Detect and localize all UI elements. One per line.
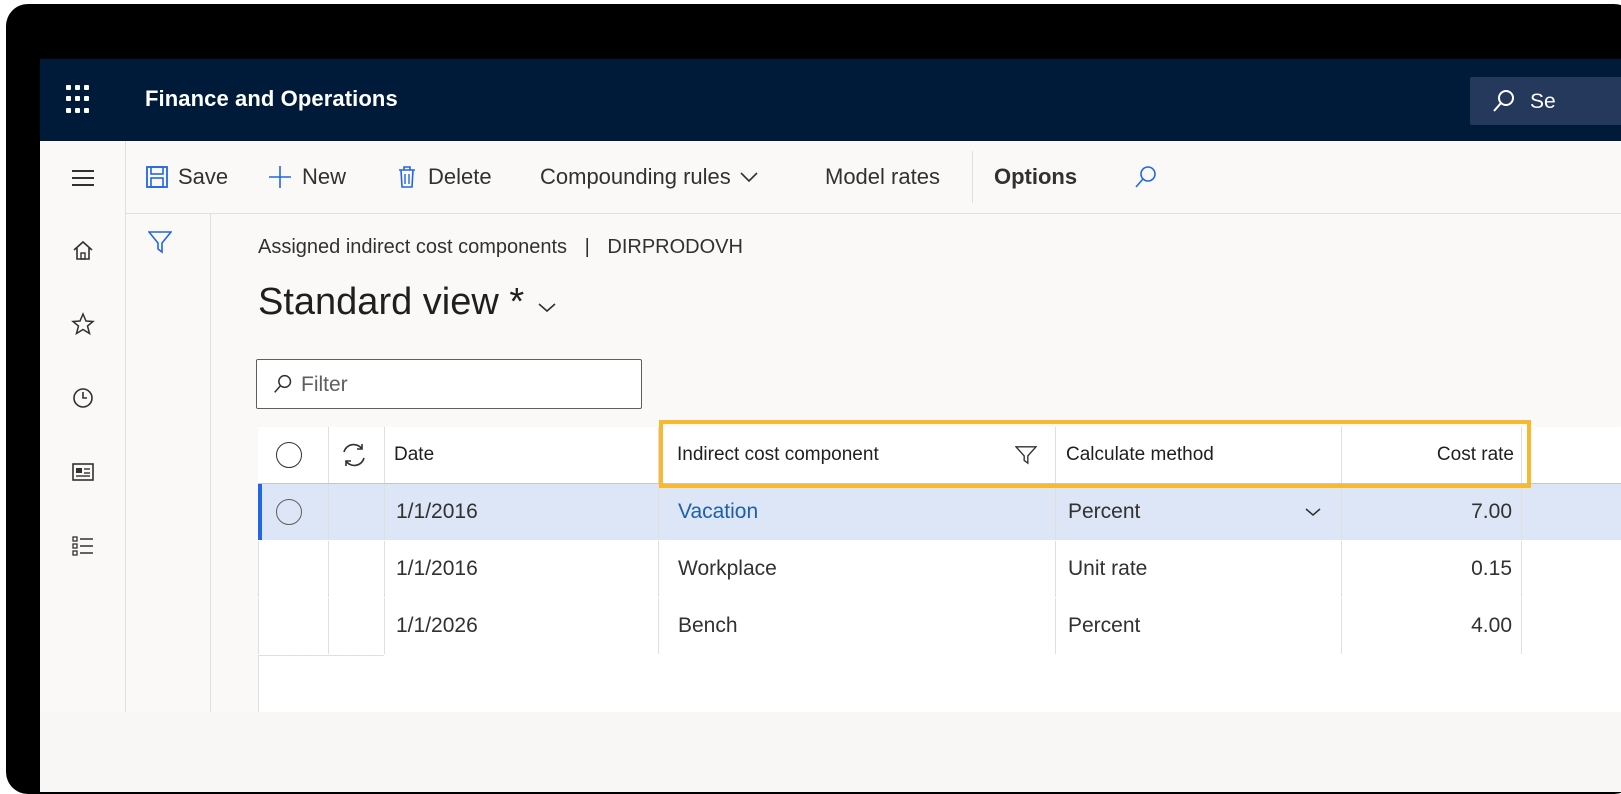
table-row[interactable]: 1/1/2016 Vacation Percent 7.00: [258, 484, 1621, 540]
cell-calculate-method[interactable]: Percent: [1068, 484, 1298, 540]
workspace-icon[interactable]: [66, 455, 100, 489]
cell-date[interactable]: 1/1/2026: [396, 598, 646, 654]
modules-list-icon[interactable]: [66, 529, 100, 563]
search-icon: [1135, 166, 1156, 188]
caption-form-name: Assigned indirect cost components: [258, 236, 568, 258]
app-title[interactable]: Finance and Operations: [145, 86, 398, 112]
search-icon: [1493, 90, 1514, 112]
cell-date[interactable]: 1/1/2016: [396, 484, 646, 540]
new-button[interactable]: New: [268, 159, 346, 195]
grid-header: Date Indirect cost component Calculate m…: [258, 427, 1621, 484]
caption-record-id: DIRPRODOVH: [607, 236, 743, 258]
row-selection-marker: [258, 484, 262, 540]
global-search-text: Se: [1530, 90, 1556, 113]
row-divider: [258, 655, 384, 656]
trash-icon: [399, 166, 415, 188]
refresh-icon[interactable]: [340, 427, 376, 483]
filter-input[interactable]: [299, 370, 623, 400]
column-header-indirect-cost-component[interactable]: Indirect cost component: [677, 427, 977, 483]
save-icon: [146, 166, 168, 188]
cell-indirect-cost-component[interactable]: Bench: [678, 598, 1038, 654]
app-window: Finance and Operations Se Save New Delet…: [40, 59, 1621, 712]
filter-icon[interactable]: [148, 230, 172, 254]
grid-left-border: [258, 655, 259, 712]
navigation-rail: [40, 141, 126, 712]
view-title: Standard view *: [258, 281, 525, 323]
cell-indirect-cost-component[interactable]: Vacation: [678, 484, 1038, 540]
star-icon[interactable]: [66, 307, 100, 341]
clock-icon[interactable]: [66, 381, 100, 415]
cell-cost-rate[interactable]: 7.00: [1348, 484, 1512, 540]
delete-button[interactable]: Delete: [396, 159, 492, 195]
new-label: New: [302, 164, 347, 189]
chevron-down-icon[interactable]: [1304, 484, 1328, 540]
cell-calculate-method[interactable]: Unit rate: [1068, 541, 1328, 597]
cell-date[interactable]: 1/1/2016: [396, 541, 646, 597]
plus-icon: [269, 166, 291, 188]
cell-calculate-method[interactable]: Percent: [1068, 598, 1328, 654]
model-rates-label: Model rates: [825, 164, 940, 189]
quick-filter: [256, 359, 642, 409]
global-search[interactable]: Se: [1470, 77, 1621, 125]
save-label: Save: [178, 164, 229, 189]
filter-pane-strip: [126, 214, 211, 712]
chevron-down-icon: [538, 302, 556, 312]
page-caption: Assigned indirect cost components | DIRP…: [258, 236, 743, 259]
compounding-rules-menu[interactable]: Compounding rules: [540, 159, 759, 195]
action-separator: [972, 151, 973, 203]
cell-cost-rate[interactable]: 4.00: [1348, 598, 1512, 654]
app-launcher-icon[interactable]: [66, 85, 96, 115]
model-rates-button[interactable]: Model rates: [825, 159, 940, 195]
chevron-down-icon: [740, 172, 758, 183]
select-all-checkbox[interactable]: [276, 427, 316, 483]
view-selector[interactable]: Standard view *: [258, 281, 558, 324]
action-pane: Save New Delete Compounding rules Model: [126, 141, 1621, 214]
cell-cost-rate[interactable]: 0.15: [1348, 541, 1512, 597]
table-row[interactable]: 1/1/2016 Workplace Unit rate 0.15: [258, 541, 1621, 597]
cost-components-grid: Date Indirect cost component Calculate m…: [258, 427, 1621, 712]
search-icon: [274, 374, 292, 393]
caption-separator: |: [584, 236, 590, 258]
options-label: Options: [994, 164, 1078, 189]
column-header-calculate-method[interactable]: Calculate method: [1066, 427, 1326, 483]
column-header-date[interactable]: Date: [394, 427, 644, 483]
compounding-rules-label: Compounding rules: [540, 164, 731, 189]
row-select-radio[interactable]: [276, 484, 316, 540]
options-tab[interactable]: Options: [994, 159, 1077, 195]
table-row[interactable]: 1/1/2026 Bench Percent 4.00: [258, 598, 1621, 654]
cell-indirect-cost-component[interactable]: Workplace: [678, 541, 1038, 597]
action-search-button[interactable]: [1134, 159, 1168, 195]
column-header-cost-rate[interactable]: Cost rate: [1348, 427, 1514, 483]
hamburger-icon[interactable]: [66, 161, 100, 195]
top-bar: Finance and Operations Se: [40, 59, 1621, 141]
column-filter-icon[interactable]: [1015, 427, 1045, 483]
save-button[interactable]: Save: [146, 159, 228, 195]
delete-label: Delete: [428, 164, 492, 189]
bottom-area: [40, 712, 1621, 792]
home-icon[interactable]: [66, 233, 100, 267]
